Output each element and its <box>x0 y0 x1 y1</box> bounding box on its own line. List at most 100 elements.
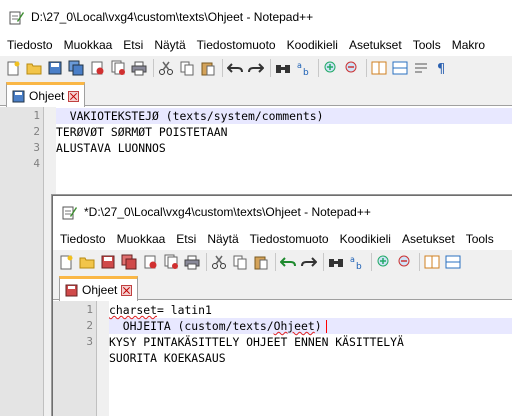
text-caret <box>325 320 327 333</box>
menu-tools[interactable]: Tools <box>413 38 441 52</box>
close-all-icon[interactable] <box>163 254 179 270</box>
title-bar[interactable]: D:\27_0\Local\vxg4\custom\texts\Ohjeet -… <box>0 0 512 34</box>
menu-tools[interactable]: Tools <box>466 232 494 246</box>
undo-icon[interactable] <box>227 60 243 76</box>
print-icon[interactable] <box>184 254 200 270</box>
save-all-icon[interactable] <box>121 254 137 270</box>
code-line[interactable]: ALUSTAVA LUONNOS <box>56 140 512 156</box>
code-text: = latin1 <box>157 303 212 317</box>
sync-horizontal-icon[interactable] <box>392 60 408 76</box>
menu-asetukset[interactable]: Asetukset <box>349 38 402 52</box>
tab-ohjeet[interactable]: Ohjeet <box>59 276 139 301</box>
undo-icon[interactable] <box>280 254 296 270</box>
toolbar-separator <box>270 59 271 77</box>
close-all-icon[interactable] <box>110 60 126 76</box>
line-number: 4 <box>33 157 40 170</box>
notepad-window-front: *D:\27_0\Local\vxg4\custom\texts\Ohjeet … <box>52 195 512 416</box>
zoom-out-icon[interactable] <box>344 60 360 76</box>
code-line-current[interactable]: OHJEITA (custom/texts/Ohjeet) <box>109 318 512 334</box>
copy-icon[interactable] <box>232 254 248 270</box>
replace-icon[interactable]: ab <box>296 60 312 76</box>
paste-icon[interactable] <box>253 254 269 270</box>
menu-tiedosto[interactable]: Tiedosto <box>7 38 53 52</box>
spellcheck-word: charset <box>109 303 158 317</box>
new-file-icon[interactable] <box>5 60 21 76</box>
menu-bar: Tiedosto Muokkaa Etsi Näytä Tiedostomuot… <box>53 228 512 250</box>
close-file-icon[interactable] <box>89 60 105 76</box>
menu-koodikieli[interactable]: Koodikieli <box>287 38 338 52</box>
svg-text:b: b <box>303 68 309 76</box>
cut-icon[interactable] <box>158 60 174 76</box>
menu-etsi[interactable]: Etsi <box>176 232 196 246</box>
menu-makro[interactable]: Makro <box>452 38 485 52</box>
menu-koodikieli[interactable]: Koodikieli <box>340 232 391 246</box>
code-line[interactable]: TERØVØT SØRMØT POISTETAAN <box>56 124 512 140</box>
code-line[interactable]: charset= latin1 <box>109 302 512 318</box>
toolbar-separator <box>222 59 223 77</box>
toolbar-separator <box>323 253 324 271</box>
menu-tiedostomuoto[interactable]: Tiedostomuoto <box>197 38 276 52</box>
notepad-app-icon <box>62 206 77 220</box>
redo-icon[interactable] <box>248 60 264 76</box>
sync-horizontal-icon[interactable] <box>445 254 461 270</box>
zoom-out-icon[interactable] <box>397 254 413 270</box>
copy-icon[interactable] <box>179 60 195 76</box>
menu-muokkaa[interactable]: Muokkaa <box>64 38 113 52</box>
save-all-icon[interactable] <box>68 60 84 76</box>
title-bar[interactable]: *D:\27_0\Local\vxg4\custom\texts\Ohjeet … <box>53 196 512 228</box>
line-number: 3 <box>86 335 93 348</box>
editor-area[interactable]: 1 2 3 charset= latin1 OHJEITA (custom/te… <box>53 301 512 416</box>
notepad-app-icon <box>9 11 24 25</box>
menu-asetukset[interactable]: Asetukset <box>402 232 455 246</box>
tab-close-icon[interactable] <box>68 90 80 102</box>
open-folder-icon[interactable] <box>26 60 42 76</box>
zoom-in-icon[interactable] <box>323 60 339 76</box>
word-wrap-icon[interactable] <box>413 60 429 76</box>
text-lines: charset= latin1 OHJEITA (custom/texts/Oh… <box>109 302 512 366</box>
show-all-characters-icon[interactable]: ¶ <box>434 60 450 76</box>
svg-text:¶: ¶ <box>437 62 445 76</box>
code-text: OHJEITA (custom/texts/ <box>109 319 274 333</box>
redo-icon[interactable] <box>301 254 317 270</box>
toolbar: ab ¶ <box>0 56 512 80</box>
code-line[interactable]: VAKIOTEKSTEJØ (texts/system/comments) <box>56 108 512 124</box>
close-file-icon[interactable] <box>142 254 158 270</box>
menu-nayta[interactable]: Näytä <box>154 38 185 52</box>
sync-vertical-icon[interactable] <box>424 254 440 270</box>
find-icon[interactable] <box>328 254 344 270</box>
menu-tiedostomuoto[interactable]: Tiedostomuoto <box>250 232 329 246</box>
window-title: D:\27_0\Local\vxg4\custom\texts\Ohjeet -… <box>31 10 314 24</box>
save-icon[interactable] <box>47 60 63 76</box>
toolbar-separator <box>366 59 367 77</box>
line-number: 1 <box>86 303 93 316</box>
menu-nayta[interactable]: Näytä <box>207 232 238 246</box>
menu-tiedosto[interactable]: Tiedosto <box>60 232 106 246</box>
zoom-in-icon[interactable] <box>376 254 392 270</box>
code-line[interactable]: SUORITA KOEKASAUS <box>109 350 512 366</box>
new-file-icon[interactable] <box>58 254 74 270</box>
tab-close-icon[interactable] <box>121 284 133 296</box>
tab-ohjeet[interactable]: Ohjeet <box>6 82 86 107</box>
find-icon[interactable] <box>275 60 291 76</box>
menu-bar: Tiedosto Muokkaa Etsi Näytä Tiedostomuot… <box>0 34 512 56</box>
window-title: *D:\27_0\Local\vxg4\custom\texts\Ohjeet … <box>84 205 371 219</box>
save-icon[interactable] <box>100 254 116 270</box>
text-lines: VAKIOTEKSTEJØ (texts/system/comments) TE… <box>56 108 512 172</box>
toolbar-separator <box>206 253 207 271</box>
toolbar-separator <box>419 253 420 271</box>
paste-icon[interactable] <box>200 60 216 76</box>
tab-label: Ohjeet <box>29 89 65 103</box>
cut-icon[interactable] <box>211 254 227 270</box>
print-icon[interactable] <box>131 60 147 76</box>
line-number: 2 <box>86 319 93 332</box>
svg-text:a: a <box>350 255 355 264</box>
open-folder-icon[interactable] <box>79 254 95 270</box>
code-line[interactable]: KYSY PINTAKÄSITTELY OHJEET ENNEN KÄSITTE… <box>109 334 512 350</box>
sync-vertical-icon[interactable] <box>371 60 387 76</box>
code-line[interactable] <box>56 156 512 172</box>
line-number: 3 <box>33 141 40 154</box>
line-number: 2 <box>33 125 40 138</box>
menu-etsi[interactable]: Etsi <box>123 38 143 52</box>
replace-icon[interactable]: ab <box>349 254 365 270</box>
menu-muokkaa[interactable]: Muokkaa <box>117 232 166 246</box>
